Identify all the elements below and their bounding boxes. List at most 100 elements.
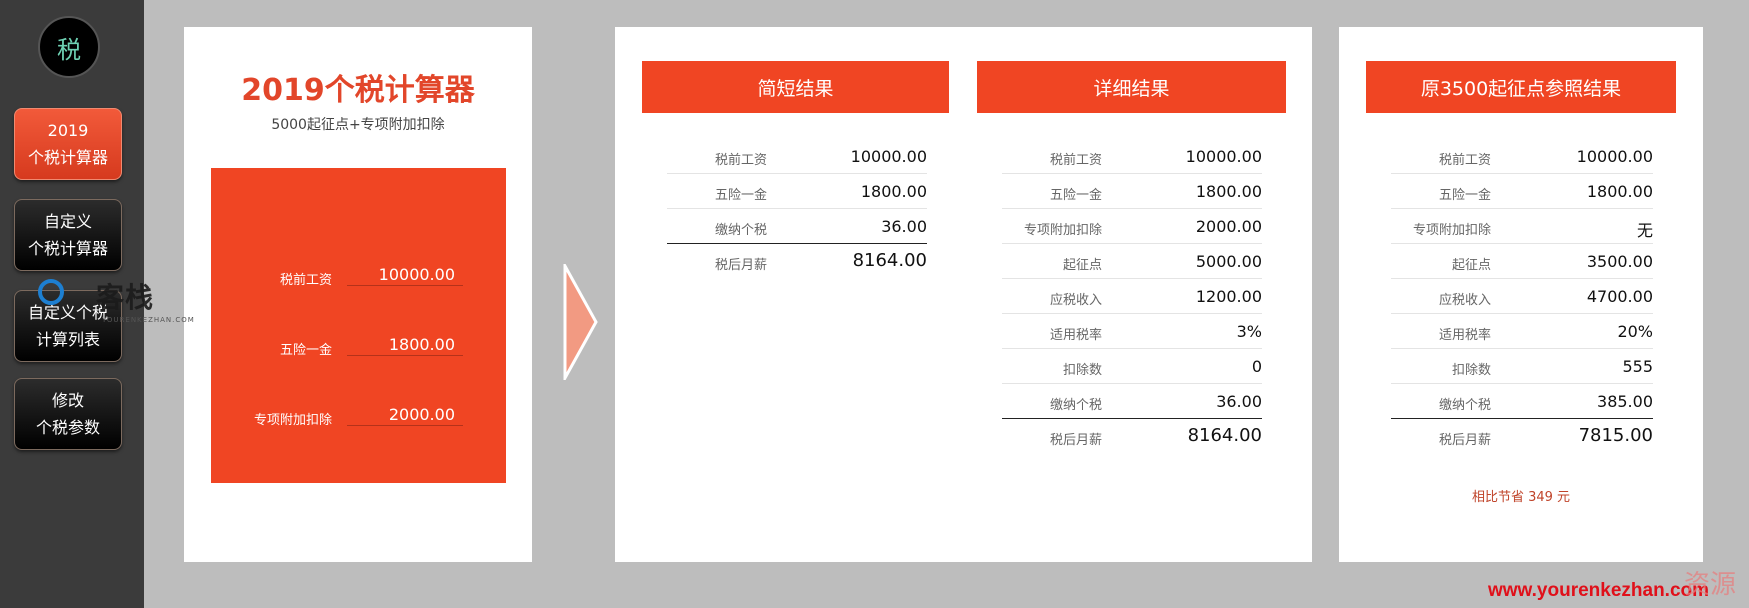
table-row: 税后月薪 7815.00 (1391, 420, 1653, 454)
table-row: 起征点 3500.00 (1391, 245, 1653, 279)
reference-card: 原3500起征点参照结果 税前工资 10000.00 五险一金 1800.00 … (1339, 27, 1703, 562)
salary-input[interactable]: 10000.00 (347, 264, 463, 286)
table-row: 适用税率 20% (1391, 315, 1653, 349)
nav-2019-tax-calculator[interactable]: 2019 个税计算器 (14, 108, 122, 180)
nav-label-line2: 个税计算器 (27, 239, 108, 258)
row-label: 税前工资 (1049, 153, 1102, 168)
table-row: 五险一金 1800.00 (667, 175, 927, 209)
savings-note: 相比节省 349 元 (1471, 490, 1571, 505)
nav-modify-tax-params[interactable]: 修改 个税参数 (14, 378, 122, 450)
nav-custom-tax-calculator[interactable]: 自定义 个税计算器 (14, 199, 122, 271)
row-label: 税前工资 (1438, 153, 1491, 168)
table-row: 税后月薪 8164.00 (1002, 420, 1262, 454)
calculator-subtitle: 5000起征点+专项附加扣除 (271, 117, 445, 133)
table-row: 适用税率 3% (1002, 315, 1262, 349)
table-row: 缴纳个税 36.00 (667, 210, 927, 244)
table-row: 专项附加扣除 无 (1391, 210, 1653, 244)
row-label: 五险一金 (1049, 188, 1102, 203)
row-value: 20% (1617, 322, 1653, 341)
row-value: 1800.00 (1195, 182, 1262, 201)
row-value: 5000.00 (1195, 252, 1262, 271)
row-value: 10000.00 (850, 147, 927, 166)
row-value: 10000.00 (1576, 147, 1653, 166)
table-row: 税前工资 10000.00 (1391, 140, 1653, 174)
row-label: 税前工资 (714, 153, 767, 168)
row-label: 应税收入 (1438, 293, 1491, 308)
row-value: 8164.00 (1187, 425, 1262, 446)
table-row: 税后月薪 8164.00 (667, 245, 927, 279)
row-value: 1200.00 (1195, 287, 1262, 306)
table-row: 应税收入 4700.00 (1391, 280, 1653, 314)
table-row: 专项附加扣除 2000.00 (1002, 210, 1262, 244)
row-value: 无 (1636, 221, 1653, 240)
row-value: 555 (1622, 357, 1653, 376)
row-value: 0 (1251, 357, 1262, 376)
reference-result-header: 原3500起征点参照结果 (1366, 61, 1676, 113)
table-row: 税前工资 10000.00 (1002, 140, 1262, 174)
row-value: 3% (1236, 322, 1262, 341)
row-value: 3500.00 (1586, 252, 1653, 271)
row-value: 1800.00 (860, 182, 927, 201)
row-value: 10000.00 (1185, 147, 1262, 166)
table-row: 扣除数 0 (1002, 350, 1262, 384)
table-row: 缴纳个税 385.00 (1391, 385, 1653, 419)
row-label: 缴纳个税 (1438, 398, 1491, 413)
row-value: 7815.00 (1578, 425, 1653, 446)
nav-label-line2: 个税参数 (35, 418, 100, 437)
row-label: 应税收入 (1049, 293, 1102, 308)
nav-label-line1: 自定义个税 (27, 303, 108, 322)
special-deduction-label: 专项附加扣除 (253, 413, 332, 428)
nav-label-line1: 自定义 (43, 212, 92, 231)
row-value: 36.00 (1216, 392, 1262, 411)
table-row: 扣除数 555 (1391, 350, 1653, 384)
watermark-url: www.yourenkezhan.com (1488, 580, 1710, 601)
row-label: 适用税率 (1049, 328, 1102, 343)
watermark-right: www.yourenkezhan.com 资源 (1472, 568, 1749, 608)
input-panel: 税前工资 10000.00 五险一金 1800.00 专项附加扣除 2000.0… (211, 168, 506, 483)
table-row: 起征点 5000.00 (1002, 245, 1262, 279)
row-label: 税后月薪 (714, 258, 767, 273)
nav-label-line2: 个税计算器 (27, 148, 108, 167)
nav-custom-tax-list[interactable]: 自定义个税 计算列表 (14, 290, 122, 362)
table-row: 五险一金 1800.00 (1002, 175, 1262, 209)
watermark-mark: 资源 (1684, 570, 1737, 600)
table-row: 税前工资 10000.00 (667, 140, 927, 174)
row-label: 五险一金 (1438, 188, 1491, 203)
table-row: 五险一金 1800.00 (1391, 175, 1653, 209)
row-label: 缴纳个税 (714, 223, 767, 238)
row-value: 385.00 (1597, 392, 1653, 411)
tax-logo-icon: 税 (38, 16, 100, 78)
sidebar: 税 2019 个税计算器 自定义 个税计算器 自定义个税 计算列表 修改 个税参… (0, 0, 144, 608)
row-value: 8164.00 (852, 250, 927, 271)
row-label: 专项附加扣除 (1412, 223, 1491, 238)
row-label: 五险一金 (714, 188, 767, 203)
row-label: 缴纳个税 (1049, 398, 1102, 413)
results-card: 简短结果 税前工资 10000.00 五险一金 1800.00 缴纳个税 36.… (615, 27, 1312, 562)
row-label: 税后月薪 (1438, 433, 1491, 448)
nav-label-line1: 2019 (47, 121, 89, 140)
nav-label-line2: 计算列表 (35, 330, 100, 349)
short-result-header: 简短结果 (642, 61, 949, 113)
row-value: 4700.00 (1586, 287, 1653, 306)
row-label: 适用税率 (1438, 328, 1491, 343)
row-value: 1800.00 (1586, 182, 1653, 201)
insurance-input[interactable]: 1800.00 (347, 334, 463, 356)
row-label: 扣除数 (1451, 363, 1491, 378)
detail-result-header: 详细结果 (977, 61, 1286, 113)
nav-label-line1: 修改 (51, 391, 84, 410)
row-value: 36.00 (881, 217, 927, 236)
table-row: 缴纳个税 36.00 (1002, 385, 1262, 419)
row-label: 起征点 (1451, 258, 1491, 273)
salary-label: 税前工资 (279, 273, 332, 288)
arrow-right-icon (563, 264, 598, 380)
calculator-card: 2019个税计算器 5000起征点+专项附加扣除 税前工资 10000.00 五… (184, 27, 532, 562)
row-label: 税后月薪 (1049, 433, 1102, 448)
row-label: 专项附加扣除 (1023, 223, 1102, 238)
calculator-title: 2019个税计算器 (241, 73, 475, 108)
row-label: 起征点 (1062, 258, 1102, 273)
insurance-label: 五险一金 (279, 343, 332, 358)
table-row: 应税收入 1200.00 (1002, 280, 1262, 314)
row-label: 扣除数 (1062, 363, 1102, 378)
row-value: 2000.00 (1195, 217, 1262, 236)
special-deduction-input[interactable]: 2000.00 (347, 404, 463, 426)
